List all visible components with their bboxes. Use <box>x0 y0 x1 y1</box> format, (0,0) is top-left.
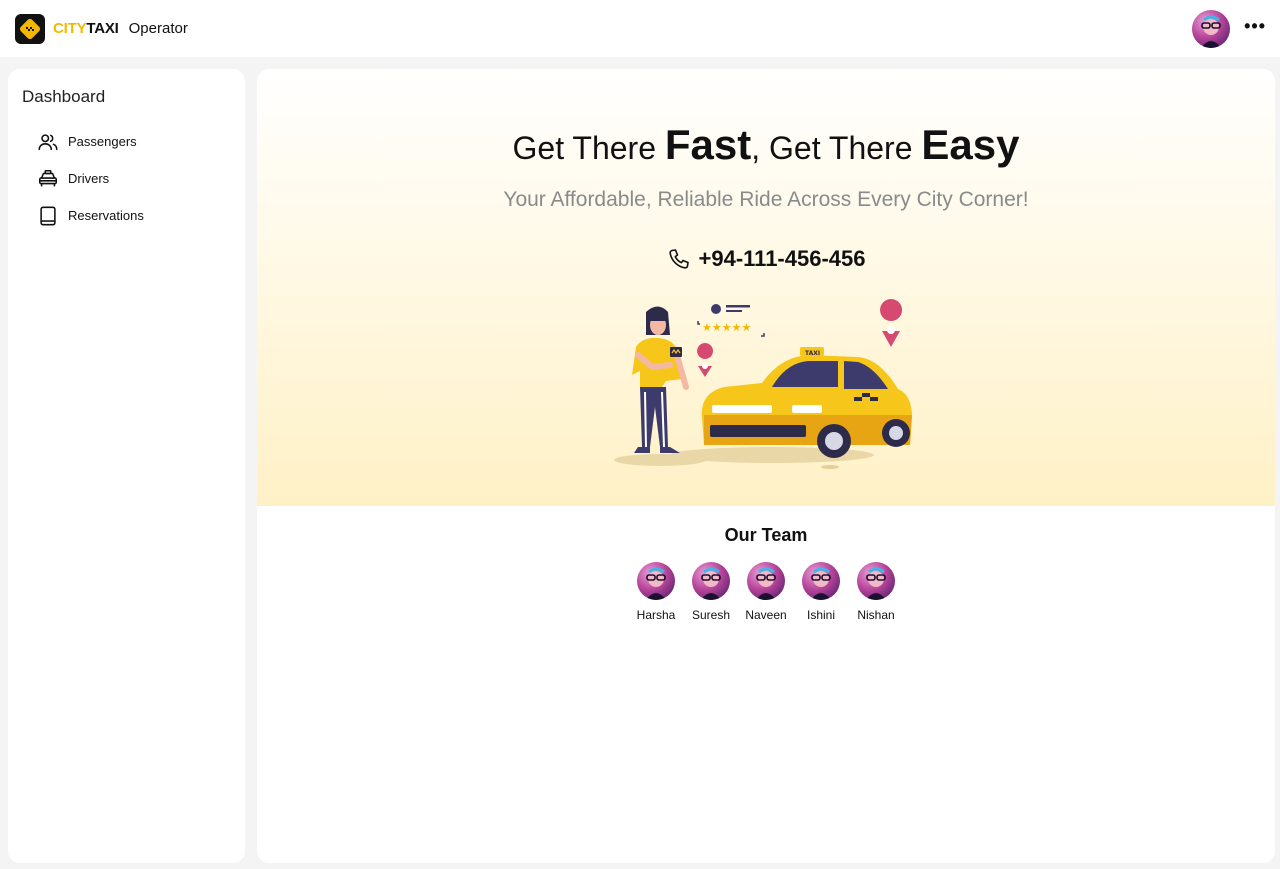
taxi-logo-icon <box>15 13 45 44</box>
avatar-icon <box>866 567 886 600</box>
team-title: Our Team <box>724 525 808 545</box>
avatar <box>802 562 840 600</box>
brand-name: CITYTAXI <box>53 20 119 37</box>
sidebar-item-label: Drivers <box>68 171 110 186</box>
taxi-icon <box>38 169 58 186</box>
team-member-suresh[interactable]: Suresh <box>691 562 732 622</box>
sidebar-item-label: Passengers <box>68 134 137 149</box>
sidebar-item-drivers[interactable]: Drivers <box>22 160 245 197</box>
sidebar: Dashboard Passengers Drivers Reservation… <box>8 69 245 863</box>
avatar-icon <box>646 567 666 600</box>
avatar-icon <box>701 567 721 600</box>
phone-icon <box>668 249 689 269</box>
phone-number: +94-111-456-456 <box>698 246 866 271</box>
svg-text:★★★★★: ★★★★★ <box>702 321 751 334</box>
user-avatar[interactable] <box>1192 9 1231 48</box>
avatar <box>637 562 675 600</box>
member-name: Naveen <box>745 608 787 622</box>
brand[interactable]: CITYTAXI Operator <box>15 13 188 44</box>
hero-banner: Get There Fast, Get There Easy Your Affo… <box>257 69 1275 506</box>
member-name: Harsha <box>636 608 676 622</box>
avatar-icon <box>811 567 831 600</box>
avatar <box>857 562 895 600</box>
header-actions: ••• <box>1192 9 1266 48</box>
member-name: Suresh <box>691 608 731 622</box>
sidebar-item-passengers[interactable]: Passengers <box>22 123 245 160</box>
users-icon <box>38 133 58 150</box>
hero-title-bold: Easy <box>921 121 1020 168</box>
team-member-nishan[interactable]: Nishan <box>856 562 897 622</box>
avatar-icon <box>756 567 776 600</box>
hero-title: Get There Fast, Get There Easy <box>257 121 1275 169</box>
brand-taxi-text: TAXI <box>86 20 119 37</box>
team-member-naveen[interactable]: Naveen <box>745 562 787 622</box>
avatar-icon <box>1201 15 1222 48</box>
avatar <box>692 562 730 600</box>
member-name: Nishan <box>857 608 895 622</box>
hero-subtitle: Your Affordable, Reliable Ride Across Ev… <box>503 188 1029 211</box>
more-options-button[interactable]: ••• <box>1244 17 1266 41</box>
sidebar-title: Dashboard <box>22 87 106 106</box>
sidebar-item-label: Reservations <box>68 208 144 223</box>
avatar <box>747 562 785 600</box>
top-bar: CITYTAXI Operator ••• <box>0 0 1280 57</box>
hero-title-part: , Get There <box>751 130 922 166</box>
hero-title-bold: Fast <box>664 121 752 168</box>
team-member-ishini[interactable]: Ishini <box>801 562 842 622</box>
brand-city-text: CITY <box>53 20 87 37</box>
book-icon <box>40 206 56 225</box>
main-content: Get There Fast, Get There Easy Your Affo… <box>257 69 1275 863</box>
sidebar-item-reservations[interactable]: Reservations <box>22 197 245 234</box>
hero-phone[interactable]: +94-111-456-456 <box>257 246 1275 272</box>
role-label: Operator <box>128 20 188 37</box>
team-member-harsha[interactable]: Harsha <box>636 562 677 622</box>
hero-title-part: Get There <box>512 130 665 166</box>
member-name: Ishini <box>806 608 835 622</box>
taxi-illustration: ★★★★★ TAXI <box>614 299 912 469</box>
team-list: Harsha Suresh Naveen Ishini Nishan <box>257 562 1275 622</box>
